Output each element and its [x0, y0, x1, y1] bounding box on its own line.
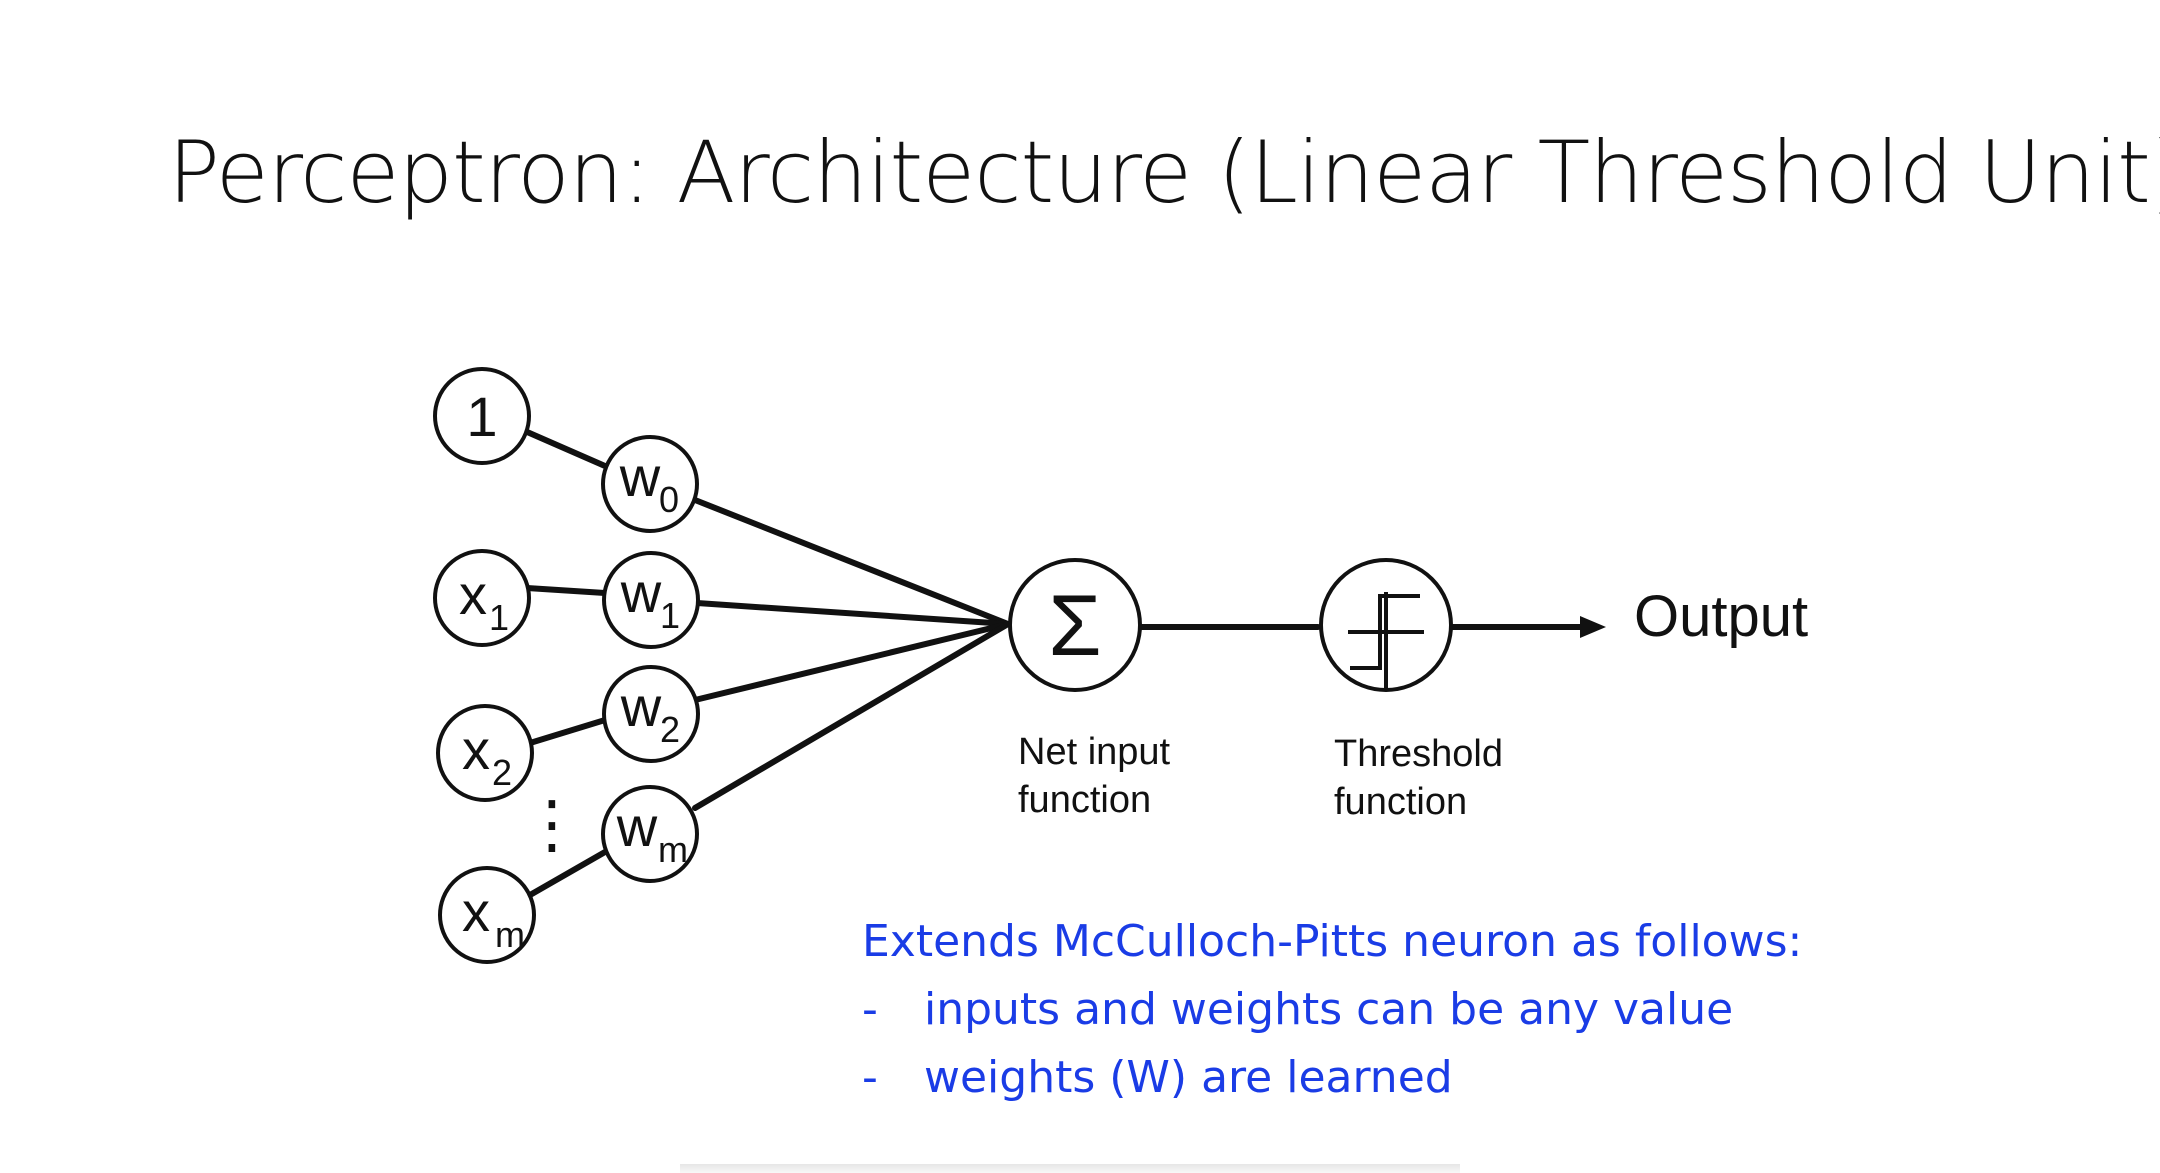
notes-heading: Extends McCulloch-Pitts neuron as follow…: [862, 916, 1803, 967]
bullet-text: inputs and weights can be any value: [924, 984, 1734, 1035]
weight-node-w0: w 0: [601, 435, 699, 533]
input-node-x1-subscript: 1: [489, 597, 509, 638]
threshold-caption-line1: Threshold: [1334, 733, 1503, 775]
weight-node-wm-subscript: m: [658, 829, 688, 870]
input-node-xm-label: x: [462, 880, 490, 943]
weight-node-w1: w 1: [602, 551, 700, 649]
slide: Perceptron: Architecture (Linear Thresho…: [0, 0, 2160, 1173]
input-node-x2-label: x: [462, 718, 490, 781]
output-arrowhead: [1580, 616, 1606, 638]
notes-bullet: - inputs and weights can be any value: [862, 976, 1802, 1044]
weight-node-wm-label: w: [616, 795, 658, 858]
input-node-x1: x 1: [433, 549, 531, 647]
bullet-text: weights (W) are learned: [924, 1052, 1453, 1103]
weight-node-wm: w m: [601, 785, 699, 883]
edge-w2-sum: [692, 621, 1011, 703]
weight-node-w0-label: w: [619, 445, 661, 508]
bullet-dash: -: [862, 1052, 878, 1103]
input-node-bias: 1: [433, 367, 531, 465]
input-node-x1-label: x: [459, 563, 487, 626]
weight-node-w2-subscript: 2: [660, 709, 680, 750]
weight-node-w1-label: w: [620, 561, 662, 624]
net-input-node: Σ: [1008, 558, 1142, 692]
weight-node-w0-subscript: 0: [659, 479, 679, 520]
input-node-x2: x 2: [436, 704, 534, 802]
net-input-caption-line2: function: [1018, 779, 1151, 821]
edge-input1-w1: [524, 585, 608, 596]
threshold-node: [1319, 558, 1453, 692]
sum-symbol: Σ: [1048, 578, 1101, 674]
edge-input2-w2: [527, 717, 608, 746]
bullet-dash: -: [862, 984, 878, 1035]
weight-node-w1-subscript: 1: [660, 595, 680, 636]
input-node-xm: x m: [438, 866, 536, 964]
notes-bullet: - weights (W) are learned: [862, 1044, 1802, 1112]
notes-text: Extends McCulloch-Pitts neuron as follow…: [862, 908, 1802, 1112]
inputs-ellipsis: ⋮: [520, 788, 584, 860]
output-label: Output: [1634, 584, 1808, 649]
input-node-xm-subscript: m: [495, 914, 525, 955]
input-node-bias-label: 1: [466, 385, 497, 448]
net-input-caption-line1: Net input: [1018, 731, 1171, 773]
edge-wm-sum: [692, 621, 1011, 811]
threshold-caption-line2: function: [1334, 781, 1467, 823]
input-node-x2-subscript: 2: [492, 752, 512, 793]
weight-node-w2: w 2: [602, 665, 700, 763]
weight-node-w2-label: w: [620, 675, 662, 738]
bottom-shadow: [680, 1164, 1460, 1173]
edge-input0-w0: [515, 425, 608, 469]
